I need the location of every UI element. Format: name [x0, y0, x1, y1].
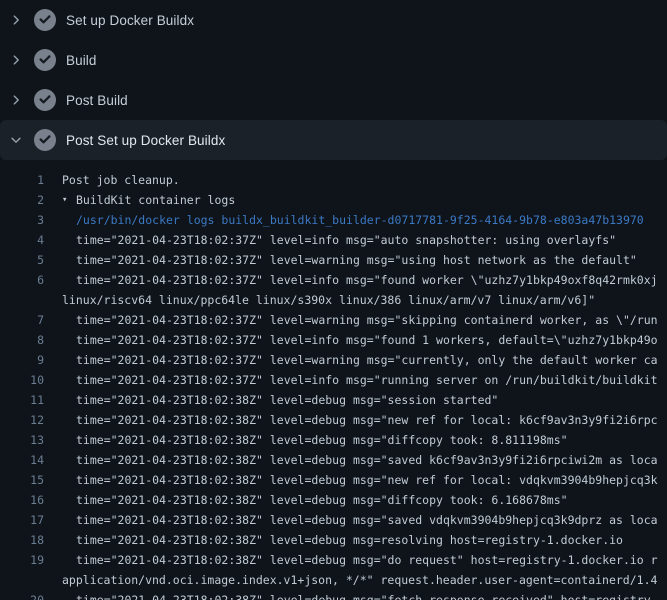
log-line-text: time="2021-04-23T18:02:37Z" level=warnin… [76, 310, 658, 330]
log-line-number[interactable]: 10 [0, 370, 44, 390]
check-circle-icon [34, 89, 56, 111]
step-row-post-build[interactable]: Post Build [0, 80, 667, 120]
log-line-number[interactable]: 9 [0, 350, 44, 370]
log-line: 5 time="2021-04-23T18:02:37Z" level=warn… [0, 250, 667, 270]
log-line-number[interactable]: 1 [0, 170, 44, 190]
log-line-text: time="2021-04-23T18:02:38Z" level=debug … [76, 470, 658, 490]
log-line-number[interactable]: 6 [0, 270, 44, 290]
step-label: Set up Docker Buildx [66, 13, 194, 28]
log-line-text: time="2021-04-23T18:02:37Z" level=warnin… [76, 350, 658, 370]
log-line: 19 time="2021-04-23T18:02:38Z" level=deb… [0, 550, 667, 570]
log-line-text: BuildKit container logs [76, 190, 235, 210]
log-line-text: time="2021-04-23T18:02:37Z" level=info m… [76, 330, 658, 350]
log-line-number[interactable]: 17 [0, 510, 44, 530]
log-line: 17 time="2021-04-23T18:02:38Z" level=deb… [0, 510, 667, 530]
log-line-text: time="2021-04-23T18:02:38Z" level=debug … [76, 590, 658, 600]
log-line: 15 time="2021-04-23T18:02:38Z" level=deb… [0, 470, 667, 490]
log-line-number[interactable]: 13 [0, 430, 44, 450]
log-line: 16 time="2021-04-23T18:02:38Z" level=deb… [0, 490, 667, 510]
log-line-text: /usr/bin/docker logs buildx_buildkit_bui… [76, 210, 644, 230]
log-line: 4 time="2021-04-23T18:02:37Z" level=info… [0, 230, 667, 250]
log-line-text: time="2021-04-23T18:02:37Z" level=info m… [76, 270, 658, 290]
log-line-text: application/vnd.oci.image.index.v1+json,… [62, 570, 657, 590]
log-line: 12 time="2021-04-23T18:02:38Z" level=deb… [0, 410, 667, 430]
log-pane: 1 Post job cleanup. 2 ▾ BuildKit contain… [0, 160, 667, 600]
chevron-right-icon[interactable] [8, 12, 24, 28]
log-line-number[interactable]: 20 [0, 590, 44, 600]
log-line-text: time="2021-04-23T18:02:38Z" level=debug … [76, 510, 658, 530]
log-line: 7 time="2021-04-23T18:02:37Z" level=warn… [0, 310, 667, 330]
chevron-right-icon[interactable] [8, 92, 24, 108]
actions-log-viewer: Set up Docker Buildx Build [0, 0, 667, 600]
log-line: 2 ▾ BuildKit container logs [0, 190, 667, 210]
chevron-down-icon[interactable] [8, 132, 24, 148]
log-line: 18 time="2021-04-23T18:02:38Z" level=deb… [0, 530, 667, 550]
log-line-text: time="2021-04-23T18:02:38Z" level=debug … [76, 490, 568, 510]
log-line-text: time="2021-04-23T18:02:38Z" level=debug … [76, 430, 568, 450]
log-line-number[interactable]: 3 [0, 210, 44, 230]
check-circle-icon [34, 49, 56, 71]
log-line-number[interactable]: 12 [0, 410, 44, 430]
log-line-number[interactable] [0, 290, 44, 310]
group-toggle-icon[interactable]: ▾ [62, 190, 76, 210]
log-line-text: time="2021-04-23T18:02:37Z" level=warnin… [76, 250, 637, 270]
log-line: 6 time="2021-04-23T18:02:37Z" level=info… [0, 270, 667, 290]
log-line: 9 time="2021-04-23T18:02:37Z" level=warn… [0, 350, 667, 370]
check-circle-icon [34, 129, 56, 151]
log-line-text: time="2021-04-23T18:02:37Z" level=info m… [76, 230, 616, 250]
log-line: 13 time="2021-04-23T18:02:38Z" level=deb… [0, 430, 667, 450]
log-line-text: Post job cleanup. [62, 170, 180, 190]
log-line-text: time="2021-04-23T18:02:38Z" level=debug … [76, 390, 498, 410]
log-line-text: time="2021-04-23T18:02:37Z" level=info m… [76, 370, 658, 390]
step-row-post-set-up-docker-buildx[interactable]: Post Set up Docker Buildx [0, 120, 667, 160]
log-line: 10 time="2021-04-23T18:02:37Z" level=inf… [0, 370, 667, 390]
log-line-number[interactable]: 8 [0, 330, 44, 350]
log-line: 14 time="2021-04-23T18:02:38Z" level=deb… [0, 450, 667, 470]
log-line-text: linux/riscv64 linux/ppc64le linux/s390x … [62, 290, 595, 310]
log-line-number[interactable]: 15 [0, 470, 44, 490]
steps-list: Set up Docker Buildx Build [0, 0, 667, 160]
log-line-number[interactable]: 5 [0, 250, 44, 270]
log-line-number[interactable]: 16 [0, 490, 44, 510]
step-row-build[interactable]: Build [0, 40, 667, 80]
log-line-number[interactable]: 7 [0, 310, 44, 330]
log-line-number[interactable]: 4 [0, 230, 44, 250]
log-line-text: time="2021-04-23T18:02:38Z" level=debug … [76, 410, 658, 430]
log-line: linux/riscv64 linux/ppc64le linux/s390x … [0, 290, 667, 310]
log-line-text: time="2021-04-23T18:02:38Z" level=debug … [76, 550, 658, 570]
chevron-right-icon[interactable] [8, 52, 24, 68]
log-line-number[interactable]: 11 [0, 390, 44, 410]
log-line: 20 time="2021-04-23T18:02:38Z" level=deb… [0, 590, 667, 600]
step-label: Post Build [66, 93, 128, 108]
log-line-text: time="2021-04-23T18:02:38Z" level=debug … [76, 530, 623, 550]
log-line: 11 time="2021-04-23T18:02:38Z" level=deb… [0, 390, 667, 410]
log-line-number[interactable]: 19 [0, 550, 44, 570]
step-row-set-up-docker-buildx[interactable]: Set up Docker Buildx [0, 0, 667, 40]
step-label: Build [66, 53, 97, 68]
log-line: application/vnd.oci.image.index.v1+json,… [0, 570, 667, 590]
log-line-number[interactable]: 18 [0, 530, 44, 550]
log-line: 3 /usr/bin/docker logs buildx_buildkit_b… [0, 210, 667, 230]
step-label: Post Set up Docker Buildx [66, 133, 225, 148]
log-line-number[interactable]: 2 [0, 190, 44, 210]
log-line-text: time="2021-04-23T18:02:38Z" level=debug … [76, 450, 658, 470]
log-line-number[interactable]: 14 [0, 450, 44, 470]
check-circle-icon [34, 9, 56, 31]
log-line-number[interactable] [0, 570, 44, 590]
log-line: 8 time="2021-04-23T18:02:37Z" level=info… [0, 330, 667, 350]
log-line: 1 Post job cleanup. [0, 170, 667, 190]
